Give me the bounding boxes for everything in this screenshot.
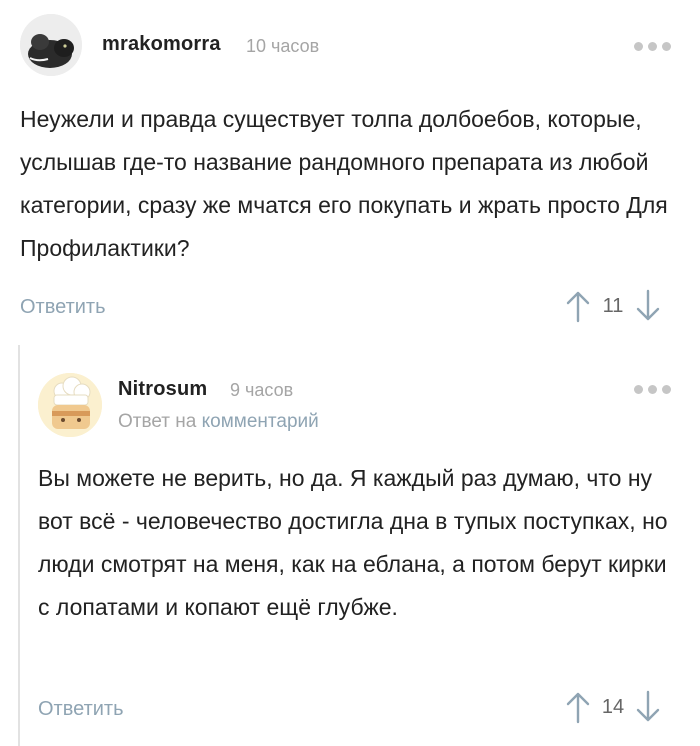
- comment-author[interactable]: mrakomorra: [102, 33, 221, 56]
- arrow-up-icon[interactable]: [565, 690, 591, 724]
- avatar[interactable]: [38, 373, 102, 437]
- comment-author[interactable]: Nitrosum: [118, 378, 207, 401]
- comment-text: Неужели и правда существует толпа долбое…: [20, 106, 668, 261]
- reply-to-prefix: Ответ на: [118, 411, 197, 432]
- vote-score: 14: [601, 695, 625, 718]
- comment-time: 10 часов: [246, 36, 320, 56]
- comment-time: 9 часов: [230, 380, 294, 400]
- reply-button[interactable]: Ответить: [20, 296, 106, 319]
- vote-controls: 11: [565, 289, 661, 323]
- reply-button[interactable]: Ответить: [38, 698, 124, 721]
- reply-to-link[interactable]: комментарий: [202, 411, 319, 432]
- more-dots-icon[interactable]: [634, 42, 671, 51]
- arrow-down-icon[interactable]: [635, 690, 661, 724]
- reply-to: Ответ на комментарий: [118, 411, 319, 433]
- arrow-down-icon[interactable]: [635, 289, 661, 323]
- arrow-up-icon[interactable]: [565, 289, 591, 323]
- more-dots-icon[interactable]: [634, 385, 671, 394]
- avatar[interactable]: [20, 14, 82, 76]
- comment-text: Вы можете не верить, но да. Я каждый раз…: [38, 465, 668, 620]
- vote-controls: 14: [565, 690, 661, 724]
- vote-score: 11: [602, 294, 624, 317]
- thread-line: [18, 345, 20, 746]
